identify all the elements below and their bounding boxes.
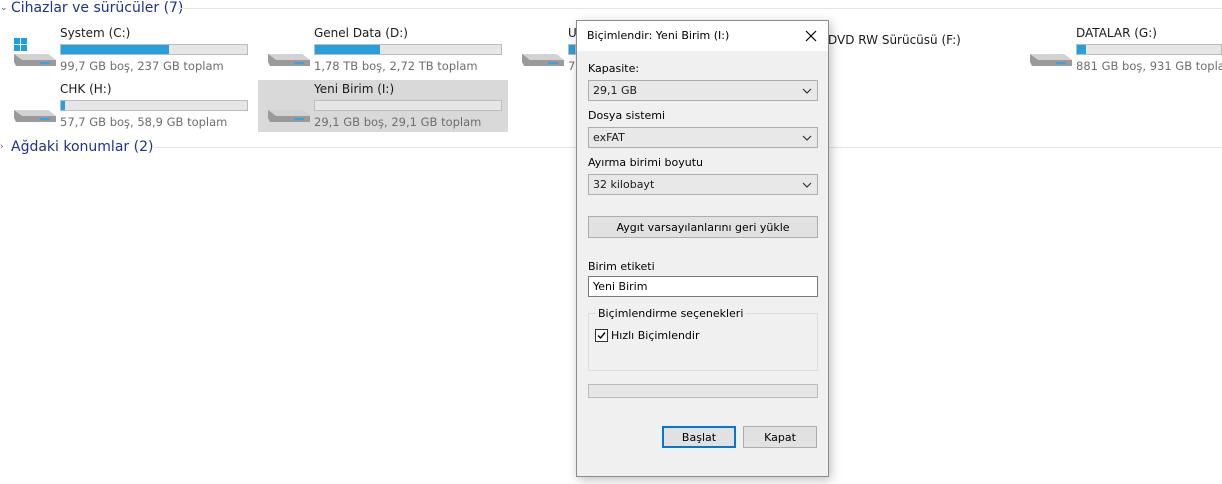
chevron-down-icon	[802, 135, 812, 141]
hard-drive-icon	[1030, 54, 1072, 66]
hard-drive-icon	[268, 54, 310, 66]
drive-name: Genel Data (D:)	[314, 26, 408, 40]
drive-usage-fill	[1077, 45, 1086, 54]
hard-drive-icon	[268, 110, 310, 122]
volume-label-input[interactable]: Yeni Birim	[588, 276, 818, 297]
drive-name: DVD RW Sürücüsü (F:)	[828, 33, 961, 47]
drive-usage-bar	[1076, 44, 1222, 55]
format-dialog: Biçimlendir: Yeni Birim (I:) Kapasite: 2…	[576, 20, 829, 477]
close-dialog-button[interactable]: Kapat	[743, 426, 817, 448]
drive-space-info: 1,78 TB boş, 2,72 TB toplam	[314, 59, 478, 73]
devices-group-label: Cihazlar ve sürücüler (7)	[11, 0, 184, 16]
drive-usage-fill	[61, 101, 65, 110]
drive-name: Yeni Birim (I:)	[314, 82, 395, 96]
drive-space-info: 7	[568, 59, 576, 73]
hard-drive-os-icon	[14, 38, 56, 66]
allocation-unit-select[interactable]: 32 kilobayt	[588, 174, 818, 195]
drive-usage-bar	[60, 44, 248, 55]
chevron-down-icon	[802, 182, 812, 188]
devices-group-divider	[178, 8, 1222, 9]
quick-format-checkbox[interactable]	[595, 329, 608, 342]
allocation-unit-label: Ayırma birimi boyutu	[588, 156, 703, 169]
drive-space-info: 57,7 GB boş, 58,9 GB toplam	[60, 115, 228, 129]
dialog-titlebar[interactable]: Biçimlendir: Yeni Birim (I:)	[577, 21, 828, 51]
chevron-down-icon: ⌄	[0, 3, 8, 13]
format-options-group	[588, 313, 818, 371]
drive-partially-hidden[interactable]: U 7	[512, 24, 577, 76]
allocation-unit-value: 32 kilobayt	[593, 178, 655, 191]
filesystem-select[interactable]: exFAT	[588, 127, 818, 148]
capacity-value: 29,1 GB	[593, 84, 638, 97]
drive-usage-bar	[568, 44, 576, 55]
start-button[interactable]: Başlat	[662, 426, 736, 448]
drive-usage-bar	[314, 100, 502, 111]
format-options-label: Biçimlendirme seçenekleri	[596, 307, 746, 320]
close-button[interactable]	[794, 21, 828, 51]
filesystem-label: Dosya sistemi	[588, 109, 666, 122]
drive-space-info: 29,1 GB boş, 29,1 GB toplam	[314, 115, 482, 129]
capacity-select[interactable]: 29,1 GB	[588, 80, 818, 101]
capacity-label: Kapasite:	[588, 62, 640, 75]
drive-chk-h[interactable]: CHK (H:) 57,7 GB boş, 58,9 GB toplam	[4, 80, 254, 132]
quick-format-label: Hızlı Biçimlendir	[611, 329, 700, 342]
drive-usage-bar	[60, 100, 248, 111]
drive-name: DATALAR (G:)	[1076, 26, 1157, 40]
checkmark-icon	[597, 332, 606, 340]
hard-drive-icon	[522, 54, 564, 66]
chevron-right-icon: ›	[0, 142, 4, 152]
drive-datalar-g[interactable]: DATALAR (G:) 881 GB boş, 931 GB toplam	[1020, 24, 1222, 76]
drive-yeni-birim-i[interactable]: Yeni Birim (I:) 29,1 GB boş, 29,1 GB top…	[258, 80, 508, 132]
drive-usage-fill	[315, 45, 381, 54]
close-icon	[805, 30, 817, 42]
drive-name: CHK (H:)	[60, 82, 112, 96]
drive-system-c[interactable]: System (C:) 99,7 GB boş, 237 GB toplam	[4, 24, 254, 76]
network-locations-group-label: Ağdaki konumlar (2)	[11, 139, 154, 155]
filesystem-value: exFAT	[593, 131, 625, 144]
drive-usage-bar	[314, 44, 502, 55]
drive-usage-fill	[569, 45, 575, 54]
drive-name: System (C:)	[60, 26, 131, 40]
network-locations-group-header[interactable]: › Ağdaki konumlar (2)	[0, 137, 153, 157]
hard-drive-icon	[14, 110, 56, 122]
format-progress-bar	[588, 384, 818, 398]
drive-usage-fill	[61, 45, 169, 54]
chevron-down-icon	[802, 88, 812, 94]
drive-space-info: 881 GB boş, 931 GB toplam	[1076, 59, 1222, 73]
restore-defaults-button[interactable]: Aygıt varsayılanlarını geri yükle	[588, 216, 818, 238]
drive-space-info: 99,7 GB boş, 237 GB toplam	[60, 59, 224, 73]
devices-group-header[interactable]: ⌄ Cihazlar ve sürücüler (7)	[0, 0, 183, 18]
dialog-title: Biçimlendir: Yeni Birim (I:)	[587, 29, 730, 42]
volume-label-label: Birim etiketi	[588, 260, 655, 273]
drive-genel-data-d[interactable]: Genel Data (D:) 1,78 TB boş, 2,72 TB top…	[258, 24, 508, 76]
